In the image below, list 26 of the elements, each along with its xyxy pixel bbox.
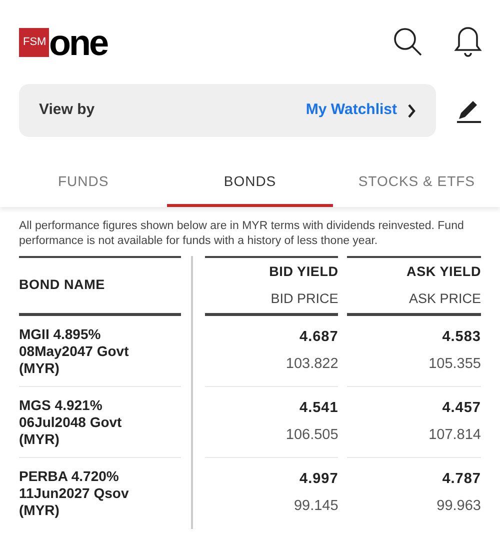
- yield-value: 4.687: [300, 328, 338, 347]
- column-header: BOND NAME: [19, 276, 105, 294]
- tab[interactable]: FUNDS: [0, 159, 167, 207]
- price-value: 103.822: [286, 354, 338, 374]
- yield-value: 4.787: [442, 470, 481, 490]
- price-value: 107.814: [428, 426, 481, 444]
- column-subheader: BID PRICE: [270, 290, 338, 308]
- price-value: 99.963: [436, 497, 481, 516]
- disclaimer-text: All performance figures shown below are in MYR terms with dividends reinvested. Fund performance is not available for funds with a history of less thone year.: [19, 219, 465, 248]
- price-value: 105.355: [428, 354, 481, 374]
- price-value: 106.505: [286, 426, 338, 444]
- yield-value: 4.541: [300, 398, 338, 418]
- bond-name: PERBA 4.720% 11Jun2027 Qsov (MYR): [19, 468, 130, 519]
- column-subheader: ASK PRICE: [408, 290, 481, 308]
- tab[interactable]: BONDS: [166, 159, 334, 207]
- yield-value: 4.997: [300, 470, 338, 490]
- price-value: 99.145: [294, 497, 338, 516]
- view-by-selector[interactable]: View by My Watchlist: [19, 84, 436, 137]
- chevron-right-icon: [407, 104, 416, 118]
- bond-name: MGS 4.921% 06Jul2048 Govt (MYR): [19, 396, 123, 448]
- bond-name: MGII 4.895% 08May2047 Govt (MYR): [19, 326, 130, 376]
- tab[interactable]: STOCKS & ETFS: [333, 159, 500, 207]
- yield-value: 4.583: [442, 328, 481, 347]
- yield-value: 4.457: [442, 398, 481, 418]
- column-header: ASK YIELD: [406, 263, 481, 282]
- column-header: BID YIELD: [269, 263, 338, 282]
